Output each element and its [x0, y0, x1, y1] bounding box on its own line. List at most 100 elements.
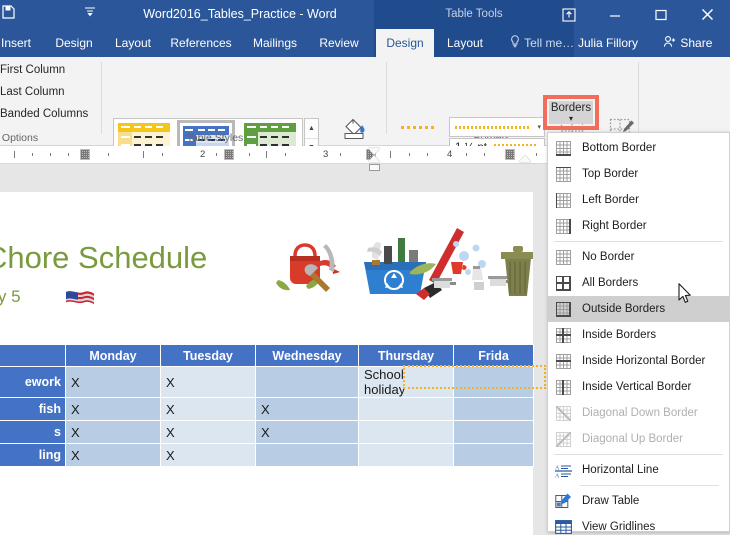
- indent-marker-icon[interactable]: [224, 149, 234, 160]
- borders-pressed-text: Borders: [550, 102, 592, 114]
- tab-table-design[interactable]: Design: [376, 29, 434, 57]
- chore-schedule-table[interactable]: Monday Tuesday Wednesday Thursday Frida …: [0, 344, 534, 467]
- share-button[interactable]: Share: [662, 29, 712, 57]
- table-cell[interactable]: [358, 443, 454, 467]
- title-bar: Table Tools Word2016_Tables_Practice - W…: [0, 0, 730, 29]
- maximize-icon[interactable]: [638, 0, 684, 29]
- table-cell[interactable]: [358, 397, 454, 421]
- ribbon-display-options-icon[interactable]: [546, 0, 592, 29]
- user-account-name[interactable]: Julia Fillory: [578, 29, 638, 57]
- option-last-column[interactable]: Last Column: [0, 86, 65, 98]
- table-cell[interactable]: X: [160, 397, 256, 421]
- table-cell-selected[interactable]: School holiday: [358, 366, 454, 398]
- menu-item-draw-table[interactable]: Draw Table: [548, 488, 729, 514]
- table-row[interactable]: ework X X School holiday: [0, 366, 534, 398]
- close-icon[interactable]: [684, 0, 730, 29]
- hanging-indent-marker[interactable]: [368, 155, 380, 162]
- row-label: ling: [0, 443, 66, 467]
- table-cell[interactable]: [453, 443, 534, 467]
- menu-item-outside-borders[interactable]: Outside Borders: [548, 296, 729, 322]
- scroll-up-icon[interactable]: ▲: [305, 119, 318, 138]
- menu-separator: [554, 241, 723, 242]
- table-cell[interactable]: X: [160, 420, 256, 444]
- table-tools-label: Table Tools: [445, 8, 503, 20]
- borders-button-pressed-label[interactable]: Borders ▾: [549, 101, 593, 124]
- tell-me-label: Tell me…: [524, 36, 575, 50]
- right-border-icon: [548, 213, 578, 239]
- document-page[interactable]: eekly Chore Schedule – July 5: [0, 192, 535, 535]
- table-row[interactable]: fish X X X: [0, 397, 534, 421]
- tab-layout[interactable]: Layout: [104, 29, 162, 57]
- ribbon-tab-bar: Insert Design Layout References Mailings…: [0, 29, 730, 57]
- menu-item-label: All Borders: [582, 277, 639, 289]
- menu-item-right-border[interactable]: Right Border: [548, 213, 729, 239]
- menu-item-label: No Border: [582, 251, 635, 263]
- cleaning-supplies-clipart: [268, 220, 535, 302]
- table-header-tuesday: Tuesday: [160, 344, 256, 367]
- tell-me-box[interactable]: Tell me…: [508, 29, 574, 57]
- menu-item-all-borders[interactable]: All Borders: [548, 270, 729, 296]
- menu-item-bottom-border[interactable]: Bottom Border: [548, 135, 729, 161]
- menu-item-label: Inside Vertical Border: [582, 381, 692, 393]
- menu-item-top-border[interactable]: Top Border: [548, 161, 729, 187]
- table-row[interactable]: ling X X: [0, 443, 534, 467]
- menu-item-no-border[interactable]: No Border: [548, 244, 729, 270]
- menu-item-diagonal-up-border: Diagonal Up Border: [548, 426, 729, 452]
- table-cell[interactable]: X: [65, 366, 161, 398]
- table-cell[interactable]: [255, 443, 359, 467]
- table-cell[interactable]: X: [65, 443, 161, 467]
- minimize-icon[interactable]: [592, 0, 638, 29]
- word-application-window: Table Tools Word2016_Tables_Practice - W…: [0, 0, 730, 535]
- table-cell[interactable]: X: [255, 397, 359, 421]
- tab-table-layout[interactable]: Layout: [434, 29, 496, 57]
- inside-vertical-border-icon: [548, 374, 578, 400]
- first-line-indent-marker[interactable]: [368, 148, 380, 155]
- table-cell[interactable]: X: [160, 366, 256, 398]
- menu-item-left-border[interactable]: Left Border: [548, 187, 729, 213]
- option-banded-columns[interactable]: Banded Columns: [0, 108, 88, 120]
- table-cell[interactable]: X: [255, 420, 359, 444]
- line-style-combo[interactable]: ▾: [449, 117, 545, 137]
- option-first-column[interactable]: First Column: [0, 64, 65, 76]
- tab-mailings[interactable]: Mailings: [240, 29, 310, 57]
- table-header-monday: Monday: [65, 344, 161, 367]
- menu-item-horizontal-line[interactable]: A A Horizontal Line: [548, 457, 729, 483]
- borders-dropdown-menu[interactable]: Bottom Border Top Border Left Border Rig…: [547, 132, 730, 535]
- tab-insert[interactable]: Insert: [0, 29, 44, 57]
- lightbulb-icon: [508, 30, 521, 58]
- menu-item-inside-vertical-border[interactable]: Inside Vertical Border: [548, 374, 729, 400]
- table-cell[interactable]: X: [65, 420, 161, 444]
- no-border-icon: [548, 244, 578, 270]
- menu-separator: [554, 454, 723, 455]
- menu-item-label: View Gridlines: [582, 521, 656, 533]
- table-cell[interactable]: X: [160, 443, 256, 467]
- table-cell[interactable]: [255, 366, 359, 398]
- table-cell[interactable]: [453, 366, 534, 398]
- tab-review[interactable]: Review: [310, 29, 368, 57]
- chevron-down-icon[interactable]: ▾: [537, 123, 541, 131]
- menu-item-view-gridlines[interactable]: View Gridlines: [548, 514, 729, 535]
- save-icon[interactable]: [0, 4, 18, 24]
- svg-text:A: A: [555, 473, 560, 478]
- indent-marker-icon[interactable]: [505, 149, 515, 160]
- table-cell[interactable]: X: [65, 397, 161, 421]
- tab-references[interactable]: References: [162, 29, 240, 57]
- horizontal-line-icon: A A: [548, 457, 578, 483]
- left-indent-marker[interactable]: [369, 164, 380, 171]
- indent-marker-icon[interactable]: [80, 149, 90, 160]
- menu-item-inside-horizontal-border[interactable]: Inside Horizontal Border: [548, 348, 729, 374]
- right-indent-marker[interactable]: [519, 155, 531, 162]
- table-cell[interactable]: [358, 420, 454, 444]
- table-cell[interactable]: [453, 397, 534, 421]
- table-header-corner: [0, 344, 66, 367]
- shading-bucket-icon: [340, 117, 370, 143]
- tab-design[interactable]: Design: [44, 29, 104, 57]
- menu-item-inside-borders[interactable]: Inside Borders: [548, 322, 729, 348]
- row-label: s: [0, 420, 66, 444]
- table-header-wednesday: Wednesday: [255, 344, 359, 367]
- row-label: ework: [0, 366, 66, 398]
- customize-quick-access-icon[interactable]: [80, 5, 100, 23]
- table-cell[interactable]: [453, 420, 534, 444]
- table-row[interactable]: s X X X: [0, 420, 534, 444]
- table-header-thursday: Thursday: [358, 344, 454, 367]
